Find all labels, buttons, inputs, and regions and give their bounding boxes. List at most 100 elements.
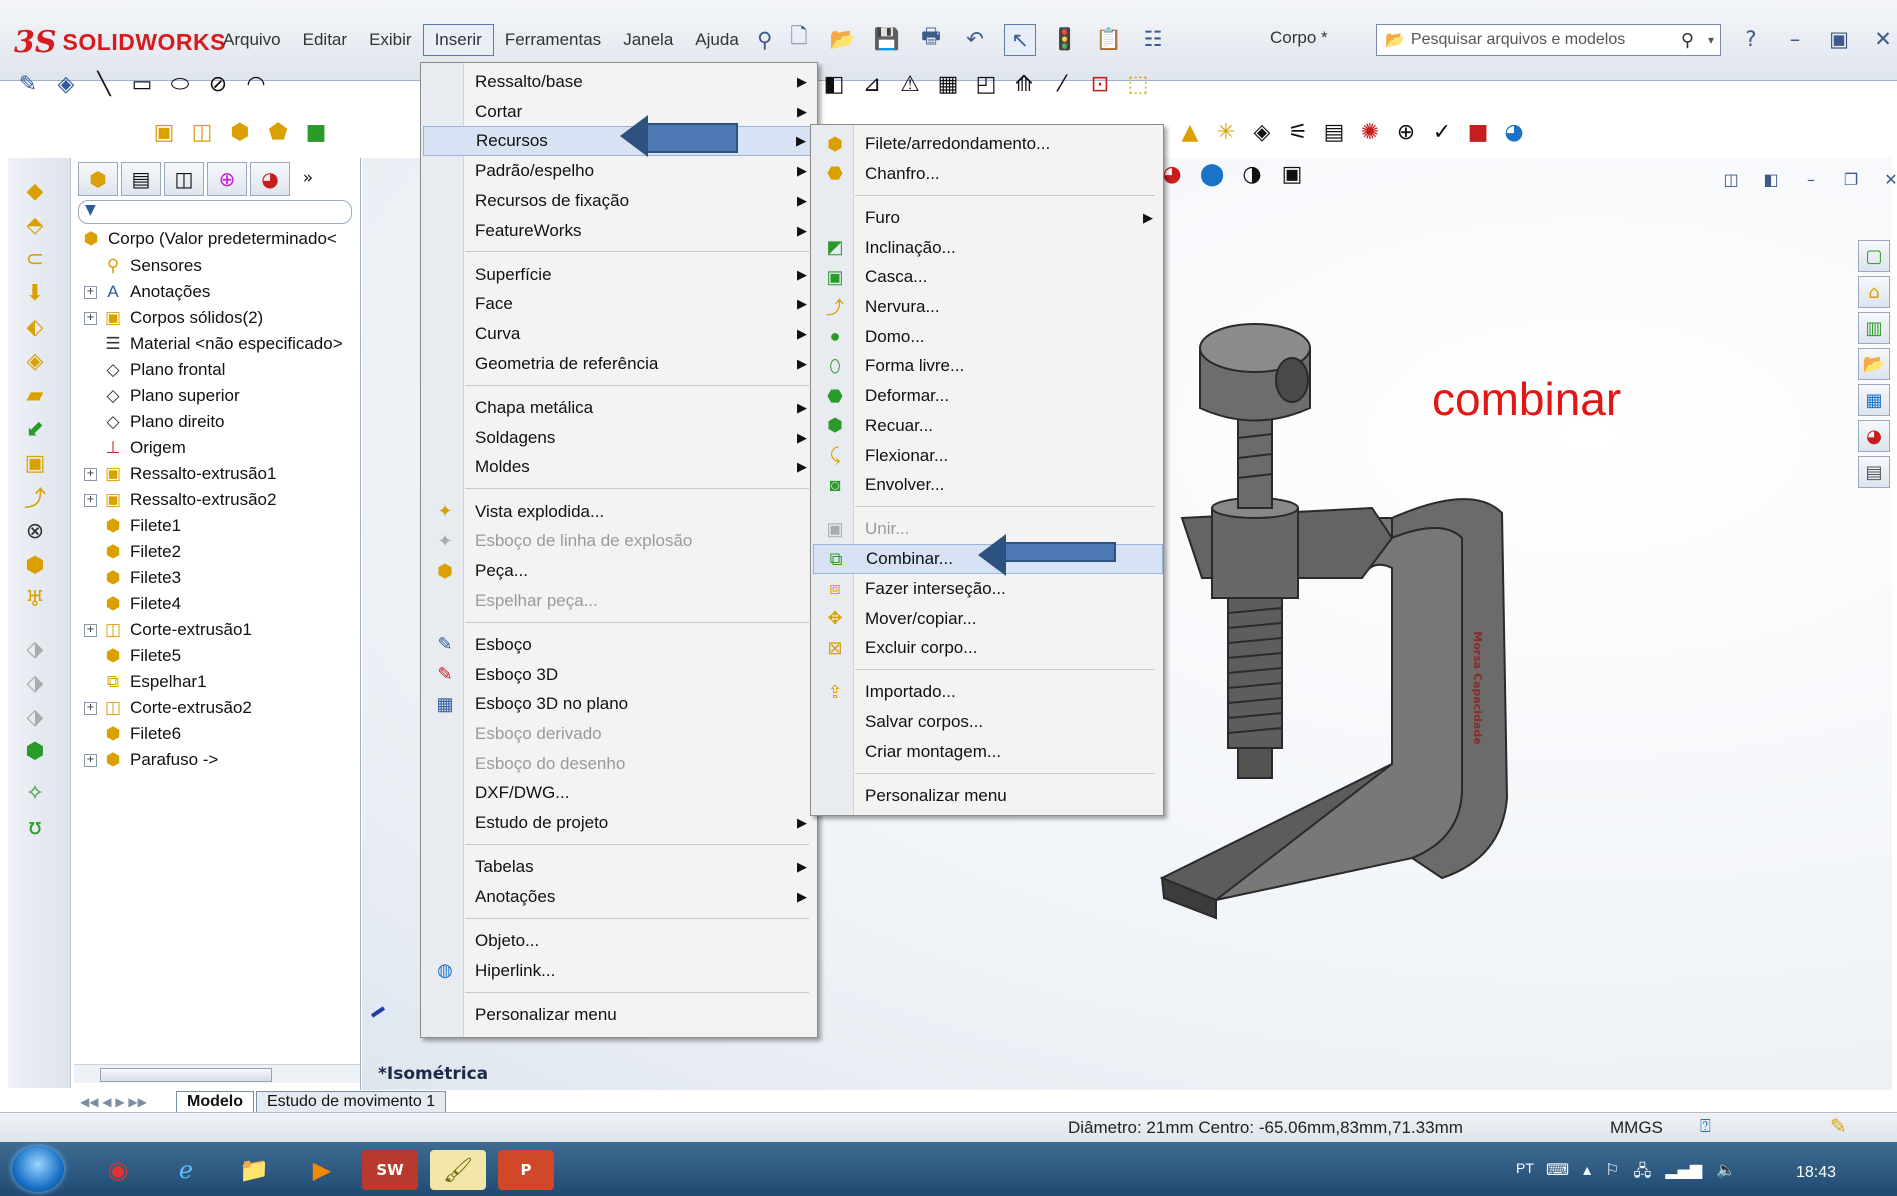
revolve-icon[interactable]: ⬟ bbox=[264, 118, 292, 146]
tree-expand-icon[interactable]: + bbox=[84, 754, 97, 767]
tree-expand-icon[interactable]: + bbox=[84, 494, 97, 507]
stop-icon[interactable]: ■ bbox=[1464, 118, 1492, 146]
tree-item[interactable]: ⬢ Parafuso -> bbox=[102, 747, 219, 773]
menu-item[interactable]: Chapa metálica ▶ bbox=[423, 393, 817, 423]
menu-item[interactable]: ⬢ Filete/arredondamento... bbox=[813, 129, 1163, 159]
search-input[interactable]: 📂 Pesquisar arquivos e modelos ⚲ ▾ bbox=[1376, 24, 1721, 56]
display-style-icon[interactable]: ◰ bbox=[972, 70, 1000, 98]
tray-language[interactable]: PT bbox=[1516, 1160, 1534, 1176]
menu-item[interactable]: Padrão/espelho ▶ bbox=[423, 156, 817, 186]
curves-icon[interactable]: ʊ bbox=[20, 812, 50, 842]
menu-item[interactable]: ⧈ Fazer interseção... bbox=[813, 574, 1163, 604]
print-icon[interactable]: 🖶 bbox=[916, 24, 946, 54]
menu-item[interactable]: DXF/DWG... bbox=[423, 778, 817, 808]
menu-item[interactable]: ⤹ Flexionar... bbox=[813, 441, 1163, 471]
status-help-icon[interactable]: ⍰ bbox=[1700, 1116, 1711, 1137]
menu-item[interactable]: ⇪ Importado... bbox=[813, 677, 1163, 707]
file-properties-icon[interactable]: 📋 bbox=[1094, 24, 1124, 54]
tree-item[interactable]: ⊥ Origem bbox=[102, 435, 186, 461]
viewport-tile-1-icon[interactable]: ◫ bbox=[1716, 164, 1746, 194]
flag-icon[interactable]: ⚐ bbox=[1605, 1160, 1619, 1187]
menu-item[interactable]: Ressalto/base ▶ bbox=[423, 67, 817, 97]
design-library-icon[interactable]: ▥ bbox=[1858, 312, 1890, 344]
extruded-cut-icon[interactable]: ◫ bbox=[188, 118, 216, 146]
tree-expand-icon[interactable]: + bbox=[84, 312, 97, 325]
custom-properties-icon[interactable]: ▤ bbox=[1858, 456, 1890, 488]
start-button[interactable] bbox=[12, 1146, 64, 1192]
restore-icon[interactable]: ▣ bbox=[1824, 24, 1854, 54]
menu-item[interactable]: ◙ Envolver... bbox=[813, 470, 1163, 500]
pin-icon[interactable]: ⚲ bbox=[750, 25, 780, 55]
realview-icon[interactable]: ⬚ bbox=[1124, 70, 1152, 98]
tree-root-part[interactable]: ⬢ Corpo (Valor predeterminado< bbox=[80, 226, 337, 252]
ie-taskbar-icon[interactable]: ℯ bbox=[158, 1150, 214, 1190]
status-pencil-icon[interactable]: ✎ bbox=[1830, 1114, 1847, 1138]
tree-item[interactable]: ◫ Corte-extrusão2 bbox=[102, 695, 252, 721]
rectangle-icon[interactable]: ▭ bbox=[128, 70, 156, 98]
featuremanager-tab-icon[interactable]: ⬢ bbox=[78, 162, 118, 196]
menu-item[interactable]: Moldes ▶ bbox=[423, 452, 817, 482]
menu-item[interactable]: ⬢ Peça... bbox=[423, 556, 817, 586]
scene-icon[interactable]: ⊡ bbox=[1086, 70, 1114, 98]
arc-icon[interactable]: ◠ bbox=[242, 70, 270, 98]
cut-revolve-icon[interactable]: ◈ bbox=[20, 346, 50, 376]
menu-item[interactable]: ✦ Vista explodida... bbox=[423, 497, 817, 527]
fillet-toolbar-icon[interactable]: ⬢ bbox=[226, 118, 254, 146]
viewport-tile-2-icon[interactable]: ◧ bbox=[1756, 164, 1786, 194]
menu-item[interactable]: Superfície ▶ bbox=[423, 260, 817, 290]
propertymanager-tab-icon[interactable]: ▤ bbox=[121, 162, 161, 196]
menu-ferramentas[interactable]: Ferramentas bbox=[494, 24, 612, 56]
menu-inserir[interactable]: Inserir bbox=[422, 24, 494, 56]
view-palette-icon[interactable]: ▦ bbox=[1858, 384, 1890, 416]
menu-item[interactable]: ◍ Hiperlink... bbox=[423, 956, 817, 986]
chrome-taskbar-icon[interactable]: ◉ bbox=[90, 1150, 146, 1190]
powerpoint-taskbar-icon[interactable]: P bbox=[498, 1150, 554, 1190]
paint-taskbar-icon[interactable]: 🖌 bbox=[430, 1150, 486, 1190]
tree-item[interactable]: ⬢ Filete1 bbox=[102, 513, 181, 539]
motion-icon[interactable]: ✺ bbox=[1356, 118, 1384, 146]
viewport-close-icon[interactable]: ✕ bbox=[1876, 164, 1897, 194]
menu-item[interactable]: Tabelas ▶ bbox=[423, 852, 817, 882]
viewport-restore-icon[interactable]: ❐ bbox=[1836, 164, 1866, 194]
menu-item[interactable]: Geometria de referência ▶ bbox=[423, 349, 817, 379]
mirror-left-icon[interactable]: ♅ bbox=[20, 584, 50, 614]
tab-estudo-movimento[interactable]: Estudo de movimento 1 bbox=[256, 1091, 447, 1112]
menu-editar[interactable]: Editar bbox=[292, 24, 358, 56]
tree-item[interactable]: ▣ Ressalto-extrusão2 bbox=[102, 487, 277, 513]
photoview-icon[interactable]: ⊕ bbox=[1392, 118, 1420, 146]
tree-item[interactable]: ⬢ Filete2 bbox=[102, 539, 181, 565]
section-view-icon[interactable]: ⊿ bbox=[858, 70, 886, 98]
menu-item[interactable]: Personalizar menu bbox=[423, 1000, 817, 1030]
menu-item[interactable]: ⬢ Recuar... bbox=[813, 411, 1163, 441]
tree-item[interactable]: ⬢ Filete5 bbox=[102, 643, 181, 669]
dome-left-icon[interactable]: ⬢ bbox=[20, 736, 50, 766]
draft-left-icon[interactable]: ⬋ bbox=[20, 414, 50, 444]
tree-expand-icon[interactable]: + bbox=[84, 286, 97, 299]
hole-icon[interactable]: ⊗ bbox=[20, 516, 50, 546]
save-icon[interactable]: 💾 bbox=[872, 24, 902, 54]
menu-item[interactable]: ✎ Esboço 3D bbox=[423, 660, 817, 690]
display-manager-tab-icon[interactable]: ◕ bbox=[250, 162, 290, 196]
color-wheel-icon[interactable]: ◕ bbox=[1500, 118, 1528, 146]
menu-item[interactable]: ✥ Mover/copiar... bbox=[813, 604, 1163, 634]
measure-icon[interactable]: ▲ bbox=[1176, 118, 1204, 146]
tree-item[interactable]: ◇ Plano direito bbox=[102, 409, 224, 435]
menu-item[interactable]: Recursos de fixação ▶ bbox=[423, 186, 817, 216]
line-icon[interactable]: ╲ bbox=[90, 70, 118, 98]
tray-clock[interactable]: 18:43 bbox=[1796, 1164, 1836, 1182]
menu-item[interactable]: FeatureWorks ▶ bbox=[423, 216, 817, 246]
status-units[interactable]: MMGS bbox=[1610, 1118, 1663, 1138]
viewport-minimize-icon[interactable]: – bbox=[1796, 164, 1826, 194]
table-icon[interactable]: ▤ bbox=[1320, 118, 1348, 146]
scene-hud-icon[interactable]: ⬤ bbox=[1198, 160, 1226, 188]
undo-icon[interactable]: ↶ bbox=[960, 24, 990, 54]
tree-expand-icon[interactable]: + bbox=[84, 702, 97, 715]
mass-properties-icon[interactable]: ✳ bbox=[1212, 118, 1240, 146]
boundary-icon[interactable]: ⬖ bbox=[20, 312, 50, 342]
shell-left-icon[interactable]: ▣ bbox=[20, 448, 50, 478]
reference-geometry-icon[interactable]: ✧ bbox=[20, 778, 50, 808]
extrude-boss-icon[interactable]: ◆ bbox=[20, 176, 50, 206]
tree-expand-icon[interactable]: + bbox=[84, 468, 97, 481]
sketch-icon[interactable]: ✎ bbox=[14, 70, 42, 98]
menu-item[interactable]: Soldagens ▶ bbox=[423, 423, 817, 453]
